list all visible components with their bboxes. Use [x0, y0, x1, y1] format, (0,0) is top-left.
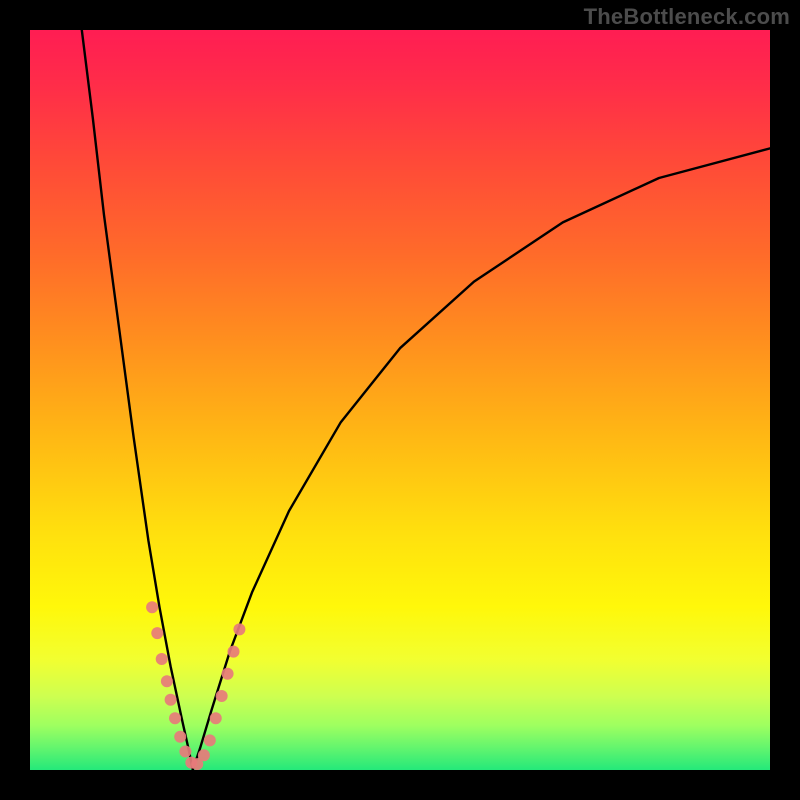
- marker-dot: [228, 646, 240, 658]
- marker-dot: [169, 712, 181, 724]
- marker-dot: [198, 749, 210, 761]
- marker-dot: [174, 731, 186, 743]
- marker-dot: [216, 690, 228, 702]
- plot-svg: [30, 30, 770, 770]
- plot-frame: [30, 30, 770, 770]
- watermark-text: TheBottleneck.com: [584, 4, 790, 30]
- marker-dot: [210, 712, 222, 724]
- marker-dot: [204, 734, 216, 746]
- marker-dot: [161, 675, 173, 687]
- chart-container: TheBottleneck.com: [0, 0, 800, 800]
- marker-dot: [151, 627, 163, 639]
- marker-dot: [222, 668, 234, 680]
- marker-dot: [233, 623, 245, 635]
- marker-dot: [179, 746, 191, 758]
- gradient-background: [30, 30, 770, 770]
- marker-dot: [165, 694, 177, 706]
- marker-dot: [156, 653, 168, 665]
- marker-dot: [146, 601, 158, 613]
